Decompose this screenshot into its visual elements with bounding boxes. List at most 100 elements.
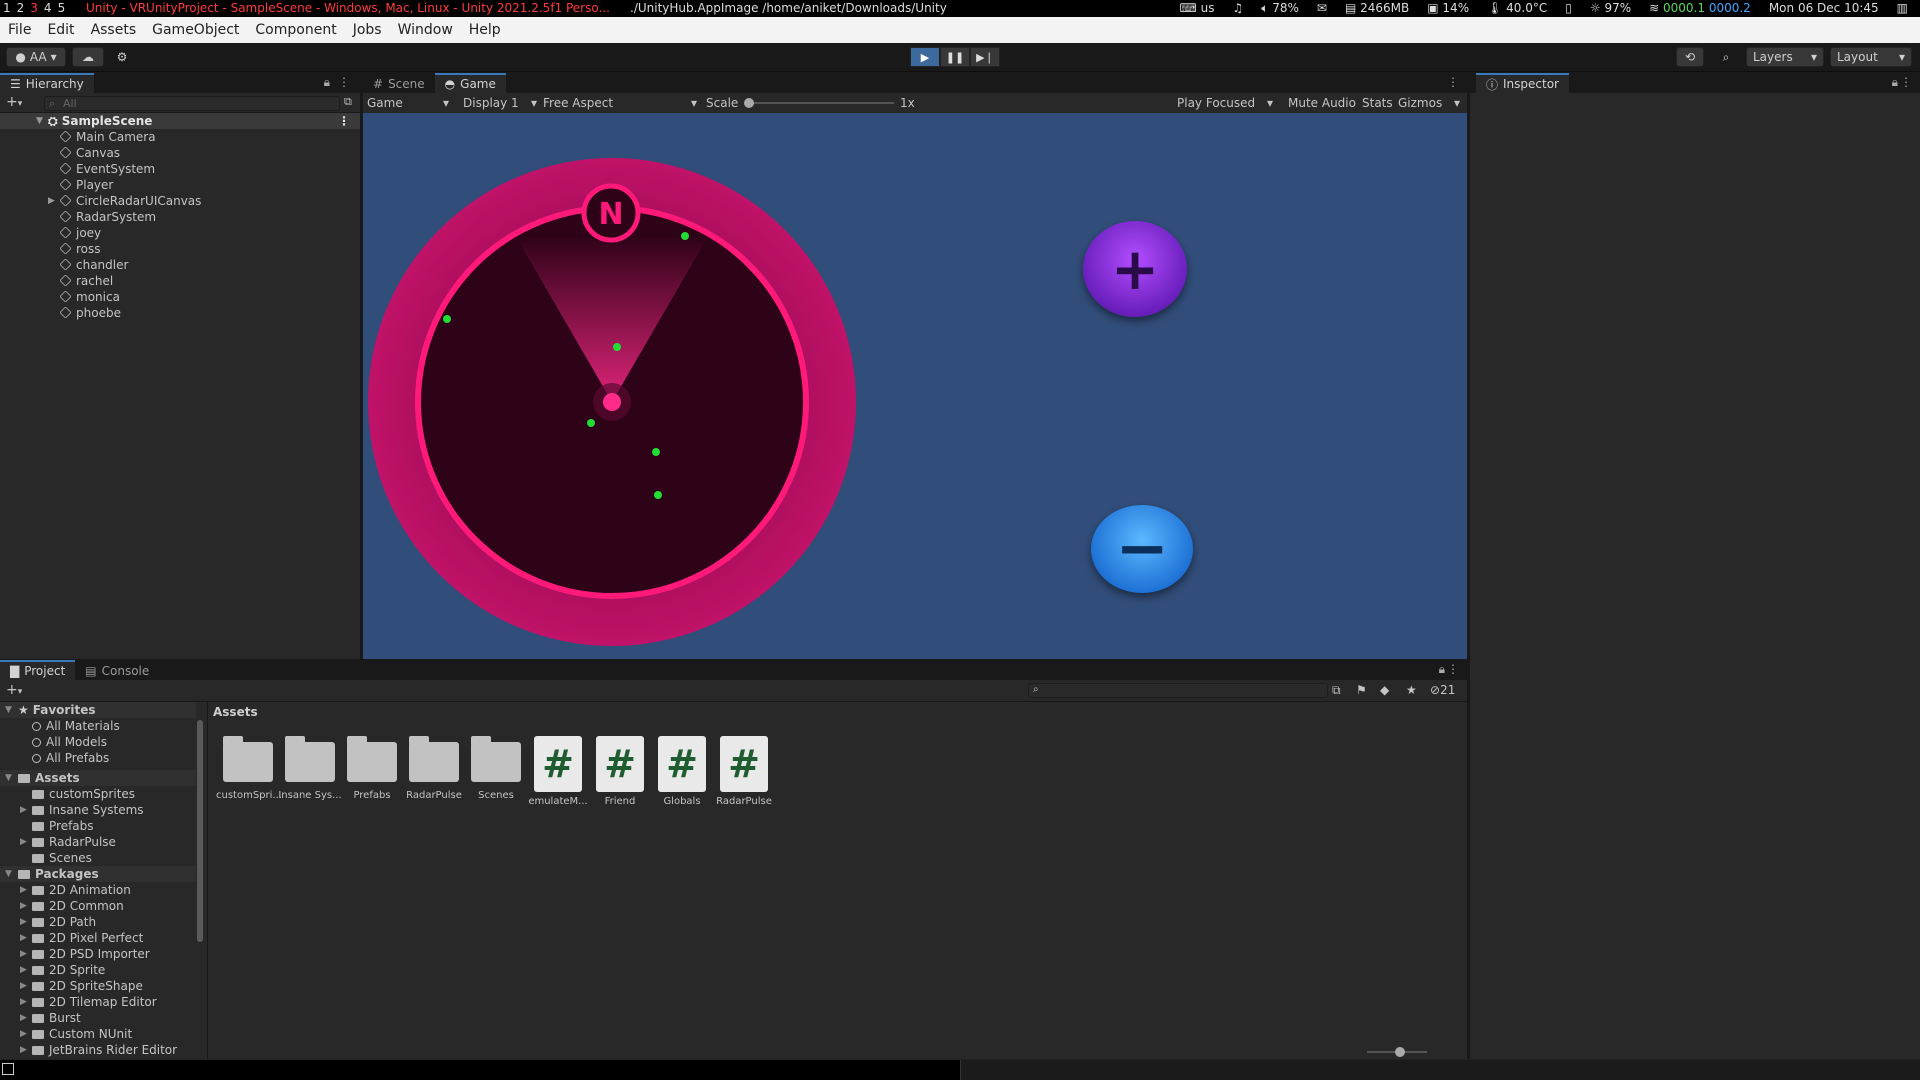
scene-visibility-icon[interactable]: ⧉ <box>344 95 352 109</box>
hierarchy-item[interactable]: ▶ CircleRadarUICanvas <box>0 193 360 209</box>
hierarchy-item[interactable]: phoebe <box>0 305 360 321</box>
package-item[interactable]: ▶ JetBrains Rider Editor <box>0 1042 200 1058</box>
expand-arrow-icon[interactable]: ▶ <box>48 193 55 209</box>
view-mode-dropdown[interactable]: Game ▾ <box>367 96 449 110</box>
undo-history-button[interactable]: ⟲ <box>1676 47 1704 67</box>
workspace-1[interactable]: 1 <box>0 0 14 17</box>
hierarchy-item[interactable]: Canvas <box>0 145 360 161</box>
expand-arrow-icon[interactable]: ▶ <box>20 914 27 930</box>
menu-file[interactable]: File <box>8 22 31 38</box>
asset-folder-item[interactable]: ▶ Insane Systems <box>0 802 200 818</box>
hierarchy-item[interactable]: rachel <box>0 273 360 289</box>
hierarchy-item[interactable]: RadarSystem <box>0 209 360 225</box>
gizmos-dropdown[interactable]: Gizmos ▾ <box>1398 96 1460 110</box>
expand-arrow-icon[interactable]: ▶ <box>20 882 27 898</box>
kebab-menu-icon[interactable]: ⋮ <box>1447 75 1459 89</box>
expand-arrow-icon[interactable]: ▼ <box>5 770 12 786</box>
favorite-item[interactable]: All Models <box>0 734 200 750</box>
scene-row[interactable]: ▼ ⛭ SampleScene ⋮ <box>0 113 360 129</box>
menu-gameobject[interactable]: GameObject <box>152 22 239 38</box>
menu-jobs[interactable]: Jobs <box>353 22 382 38</box>
lock-icon[interactable]: 🔒︎ <box>324 75 330 90</box>
asset-script[interactable]: # emulateM... <box>526 736 590 807</box>
tab-game[interactable]: ◓ Game <box>434 73 506 93</box>
game-viewport[interactable]: N + − <box>363 113 1467 659</box>
kebab-menu-icon[interactable]: ⋮ <box>1900 75 1912 89</box>
asset-folder-item[interactable]: Prefabs <box>0 818 200 834</box>
project-search-input[interactable]: ⌕ <box>1028 683 1328 698</box>
workspace-2[interactable]: 2 <box>14 0 28 17</box>
expand-arrow-icon[interactable]: ▶ <box>20 994 27 1010</box>
play-button[interactable]: ▶ <box>910 47 940 67</box>
expand-arrow-icon[interactable]: ▶ <box>20 1026 27 1042</box>
hierarchy-item[interactable]: monica <box>0 289 360 305</box>
asset-folder[interactable]: Scenes <box>464 736 528 801</box>
expand-arrow-icon[interactable]: ▶ <box>20 1010 27 1026</box>
tab-scene[interactable]: # Scene <box>363 73 435 93</box>
add-button[interactable]: +▾ <box>6 94 22 110</box>
hierarchy-item[interactable]: Player <box>0 177 360 193</box>
menu-component[interactable]: Component <box>255 22 336 38</box>
breadcrumb[interactable]: Assets <box>213 705 258 719</box>
package-item[interactable]: ▶ 2D SpriteShape <box>0 978 200 994</box>
layers-dropdown[interactable]: Layers ▾ <box>1746 47 1824 67</box>
asset-script[interactable]: # Friend <box>588 736 652 807</box>
asset-folder-item[interactable]: Scenes <box>0 850 200 866</box>
kebab-menu-icon[interactable]: ⋮ <box>1447 662 1459 676</box>
slider-knob[interactable] <box>744 98 754 108</box>
play-mode-dropdown[interactable]: Play Focused ▾ <box>1177 96 1273 110</box>
zoom-in-button[interactable]: + <box>1083 221 1187 317</box>
expand-arrow-icon[interactable]: ▶ <box>20 962 27 978</box>
workspace-3[interactable]: 3 <box>27 0 41 17</box>
collab-button[interactable]: ⚙ <box>110 47 134 67</box>
menu-assets[interactable]: Assets <box>91 22 137 38</box>
expand-arrow-icon[interactable]: ▶ <box>20 1042 27 1058</box>
tree-scrollbar[interactable] <box>196 702 204 1059</box>
asset-script[interactable]: # RadarPulse <box>712 736 776 807</box>
package-item[interactable]: ▶ 2D Sprite <box>0 962 200 978</box>
hierarchy-item[interactable]: Main Camera <box>0 129 360 145</box>
asset-folder[interactable]: Prefabs <box>340 736 404 801</box>
tag-icon[interactable]: ◆ <box>1380 683 1389 697</box>
asset-folder-item[interactable]: customSprites <box>0 786 200 802</box>
scrollbar-thumb[interactable] <box>197 720 203 942</box>
package-item[interactable]: ▶ 2D Animation <box>0 882 200 898</box>
favorite-item[interactable]: All Prefabs <box>0 750 200 766</box>
favorites-header[interactable]: ▼ ★ Favorites <box>0 702 200 718</box>
package-item[interactable]: ▶ Custom NUnit <box>0 1026 200 1042</box>
tab-console[interactable]: ▤ Console <box>75 660 160 680</box>
expand-arrow-icon[interactable]: ▶ <box>20 978 27 994</box>
asset-folder[interactable]: RadarPulse <box>402 736 466 801</box>
package-item[interactable]: ▶ Burst <box>0 1010 200 1026</box>
package-item[interactable]: ▶ 2D Common <box>0 898 200 914</box>
assets-header[interactable]: ▼ Assets <box>0 770 200 786</box>
scale-slider[interactable] <box>744 98 894 108</box>
menu-window[interactable]: Window <box>398 22 453 38</box>
hierarchy-item[interactable]: chandler <box>0 257 360 273</box>
step-button[interactable]: ▶❘ <box>970 47 1000 67</box>
pause-button[interactable]: ❚❚ <box>940 47 970 67</box>
search-button[interactable]: ⌕ <box>1712 47 1740 67</box>
hierarchy-search-input[interactable]: ⌕ All <box>44 96 340 111</box>
filter-by-label-icon[interactable]: ⚑ <box>1356 683 1367 697</box>
lock-icon[interactable]: 🔒︎ <box>1892 75 1898 90</box>
kebab-menu-icon[interactable]: ⋮ <box>338 75 350 89</box>
hierarchy-item[interactable]: ross <box>0 241 360 257</box>
hidden-packages-toggle[interactable]: ⊘21 <box>1430 683 1455 697</box>
stats-toggle[interactable]: Stats <box>1362 96 1393 110</box>
menu-edit[interactable]: Edit <box>47 22 74 38</box>
menu-help[interactable]: Help <box>469 22 501 38</box>
favorite-item[interactable]: All Materials <box>0 718 200 734</box>
asset-folder-item[interactable]: ▶ RadarPulse <box>0 834 200 850</box>
expand-arrow-icon[interactable]: ▶ <box>20 834 27 850</box>
mute-audio-toggle[interactable]: Mute Audio <box>1288 96 1356 110</box>
icon-size-slider[interactable] <box>1367 1047 1427 1057</box>
aspect-dropdown[interactable]: Free Aspect ▾ <box>543 96 697 110</box>
package-item[interactable]: ▶ 2D Pixel Perfect <box>0 930 200 946</box>
packages-header[interactable]: ▼ Packages <box>0 866 200 882</box>
account-dropdown[interactable]: ● AA ▾ <box>6 47 66 67</box>
expand-arrow-icon[interactable]: ▶ <box>20 802 27 818</box>
package-item[interactable]: ▶ 2D Tilemap Editor <box>0 994 200 1010</box>
package-item[interactable]: ▶ 2D PSD Importer <box>0 946 200 962</box>
tray-icon[interactable]: ▥ <box>1897 0 1908 17</box>
